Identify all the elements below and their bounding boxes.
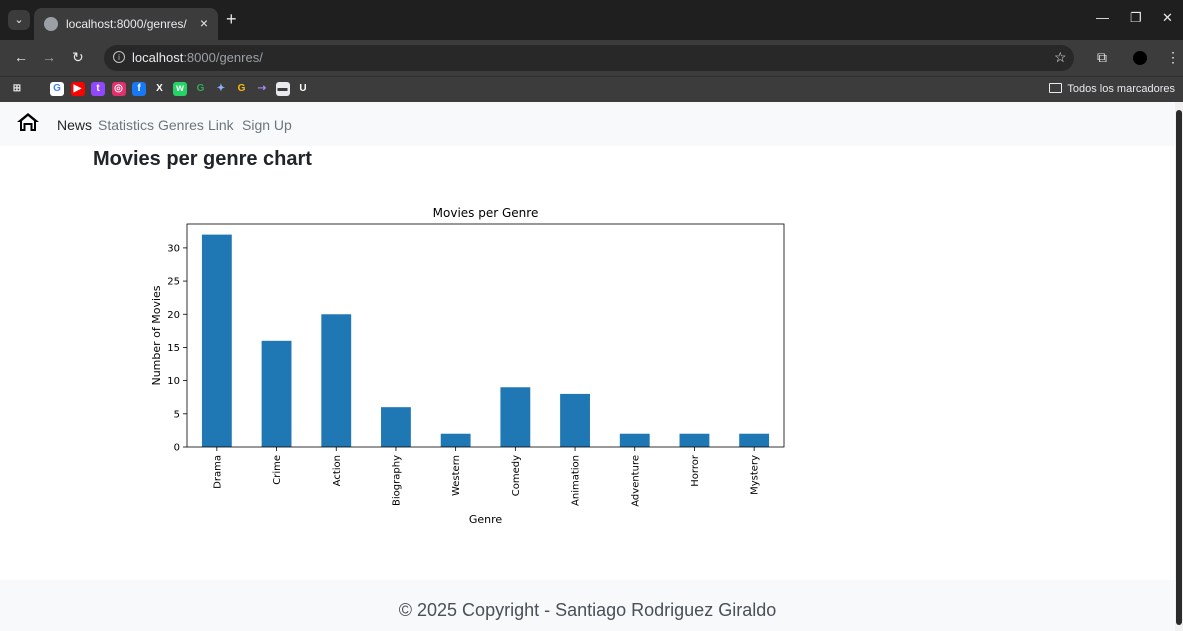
y-tick-label: 20 — [167, 310, 180, 321]
google-g2-icon[interactable]: G — [234, 82, 249, 96]
gemini-icon[interactable]: ✦ — [214, 82, 228, 96]
chart-bar — [619, 433, 650, 447]
chart-bar — [500, 387, 531, 447]
reload-icon[interactable]: ↻ — [72, 49, 84, 66]
active-tab[interactable]: localhost:8000/genres/ × — [34, 8, 218, 40]
site-info-icon[interactable]: i — [113, 51, 125, 63]
nav-link-genres[interactable]: Genres — [158, 117, 204, 133]
youtube-icon[interactable]: ▶ — [70, 82, 85, 96]
nav-link-link[interactable]: Link — [208, 117, 234, 133]
close-tab-icon[interactable]: × — [200, 15, 208, 31]
back-icon[interactable]: ← — [14, 49, 28, 65]
bookmark-star-icon[interactable]: ☆ — [1054, 49, 1067, 66]
chart-bar — [560, 393, 590, 447]
x-tick-label: Crime — [272, 455, 283, 485]
tab-title: localhost:8000/genres/ — [66, 17, 187, 31]
y-tick-label: 25 — [167, 277, 180, 288]
bookmarks-bar: ⊞ G ▶ t ◎ f Xw G ✦ G ⇢ ▬ U Todos los marcadores — [0, 76, 1183, 102]
image-icon[interactable]: ▬ — [275, 82, 290, 96]
y-tick-label: 30 — [167, 243, 180, 254]
chart-bar — [201, 234, 232, 447]
instagram-icon[interactable]: ◎ — [111, 82, 126, 96]
page-title: Movies per genre chart — [93, 148, 312, 170]
movies-per-genre-chart: Movies per Genre 0 5 10 15 20 25 30 Drama Crime Ac… — [150, 206, 785, 526]
x-tick-label: Western — [451, 455, 462, 496]
close-window-icon[interactable]: ✕ — [1162, 10, 1173, 26]
x-tick-label: Mystery — [750, 455, 761, 495]
x-icon[interactable]: X — [152, 82, 167, 96]
x-tick-label: Horror — [690, 454, 701, 487]
tab-search-button[interactable]: ⌄ — [8, 10, 30, 30]
restore-icon[interactable]: ❐ — [1130, 10, 1142, 26]
globe-icon — [44, 17, 58, 31]
minimize-icon[interactable]: — — [1096, 10, 1109, 25]
y-axis-label: Number of Movies — [150, 285, 163, 385]
all-bookmarks-folder[interactable]: Todos los marcadores — [1049, 83, 1175, 95]
new-tab-button[interactable]: + — [226, 10, 237, 28]
chart-bar — [381, 407, 411, 447]
x-tick-label: Drama — [212, 455, 223, 489]
whatsapp-icon[interactable]: w — [173, 82, 187, 96]
nav-link-statistics[interactable]: Statistics — [98, 117, 154, 133]
browser-toolbar: ← → ↻ i localhost:8000/genres/ ☆ ⧉ ⋮ — [0, 40, 1183, 76]
x-tick-label: Animation — [571, 455, 582, 506]
chart-bar — [739, 433, 770, 447]
browser-tabstrip: ⌄ localhost:8000/genres/ × + — ❐ ✕ — [0, 0, 1183, 40]
y-tick-label: 5 — [174, 409, 180, 420]
apps-grid-icon[interactable]: ⊞ — [10, 82, 24, 96]
y-tick-label: 10 — [167, 376, 180, 387]
link-icon[interactable]: ⇢ — [255, 82, 269, 96]
page-scrollbar[interactable] — [1175, 102, 1183, 631]
chart-bar — [321, 314, 352, 447]
y-tick-label: 15 — [167, 343, 180, 354]
profile-avatar-icon[interactable] — [1133, 51, 1147, 65]
x-tick-label: Action — [332, 455, 343, 486]
more-menu-icon[interactable]: ⋮ — [1166, 49, 1180, 66]
x-tick-label: Comedy — [511, 455, 522, 496]
x-tick-label: Biography — [391, 455, 402, 506]
x-axis-label: Genre — [469, 513, 503, 526]
u-icon[interactable]: U — [296, 82, 310, 96]
nav-link-sign-up[interactable]: Sign Up — [242, 117, 292, 133]
chart-bar — [679, 433, 710, 447]
y-tick-label: 0 — [174, 443, 180, 454]
chart-bar — [261, 340, 292, 447]
address-bar[interactable]: i localhost:8000/genres/ ☆ — [104, 45, 1074, 71]
scrollbar-thumb[interactable] — [1176, 110, 1182, 625]
google-icon[interactable]: G — [50, 82, 64, 96]
footer: © 2025 Copyright - Santiago Rodriguez Gi… — [0, 580, 1175, 631]
url-text: localhost:8000/genres/ — [132, 50, 263, 65]
home-icon[interactable] — [16, 112, 40, 132]
forward-icon[interactable]: → — [42, 49, 56, 65]
facebook-icon[interactable]: f — [132, 82, 146, 96]
folder-icon — [1049, 83, 1063, 93]
google-g-icon[interactable]: G — [193, 82, 208, 96]
chart-title: Movies per Genre — [433, 206, 539, 220]
site-navbar: News Statistics Genres Link Sign Up — [0, 102, 1175, 146]
chart-bar — [440, 433, 471, 447]
twitch-icon[interactable]: t — [91, 82, 105, 96]
x-tick-label: Adventure — [630, 455, 641, 507]
copyright-text: © 2025 Copyright - Santiago Rodriguez Gi… — [398, 600, 777, 620]
extensions-icon[interactable]: ⧉ — [1097, 49, 1107, 66]
nav-link-news[interactable]: News — [57, 117, 92, 133]
